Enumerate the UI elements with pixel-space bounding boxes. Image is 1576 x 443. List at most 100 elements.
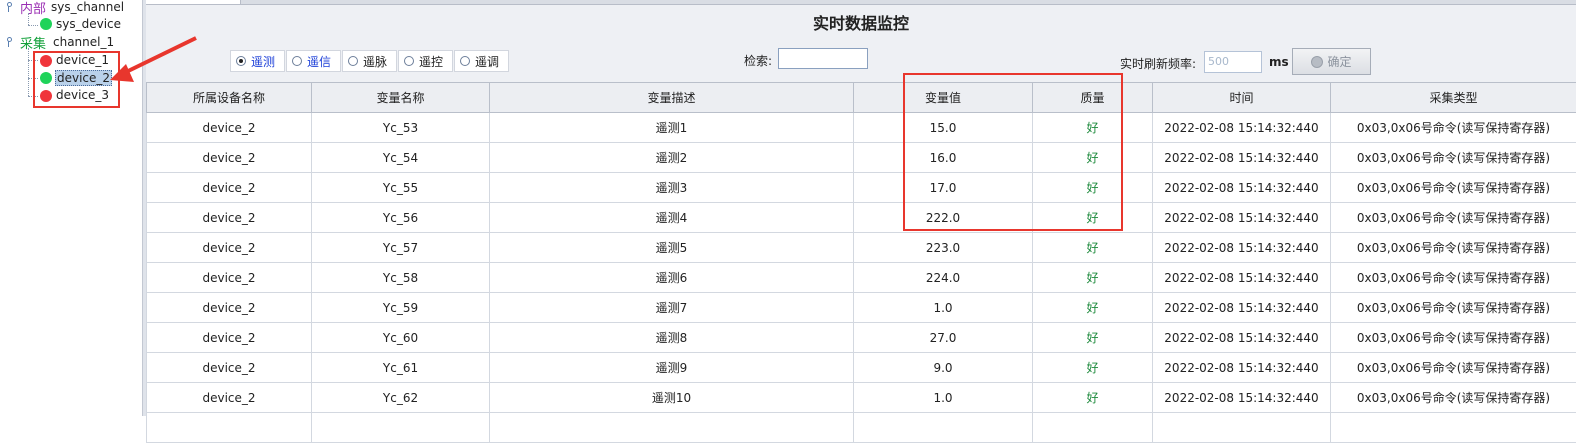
table-cell: device_2 <box>147 263 312 293</box>
table-cell: 2022-02-08 15:14:32:440 <box>1153 323 1331 353</box>
table-cell: 224.0 <box>854 263 1033 293</box>
table-cell: Yc_59 <box>312 293 490 323</box>
table-cell: Yc_55 <box>312 173 490 203</box>
table-cell: 2022-02-08 15:14:32:440 <box>1153 113 1331 143</box>
table-cell: Yc_62 <box>312 383 490 413</box>
table-cell: 0x03,0x06号命令(读写保持寄存器) <box>1331 293 1576 323</box>
table-row[interactable]: device_2Yc_60遥测827.0好2022-02-08 15:14:32… <box>147 323 1576 353</box>
table-cell: 遥测3 <box>490 173 854 203</box>
table-cell: 9.0 <box>854 353 1033 383</box>
search-input[interactable] <box>778 48 868 69</box>
device-tree: 内部 sys_channel sys_device 采集 channel_1 d… <box>0 0 142 416</box>
table-cell <box>1331 413 1576 443</box>
table-cell: device_2 <box>147 383 312 413</box>
tree-node-icon[interactable] <box>4 37 13 46</box>
table-cell: 2022-02-08 15:14:32:440 <box>1153 173 1331 203</box>
table-cell: Yc_57 <box>312 233 490 263</box>
highlight-box-values <box>903 73 1123 231</box>
table-cell: 0x03,0x06号命令(读写保持寄存器) <box>1331 173 1576 203</box>
table-cell: 遥测4 <box>490 203 854 233</box>
tree-node-icon[interactable] <box>4 2 13 11</box>
tree-channel-1[interactable]: channel_1 <box>53 35 114 49</box>
table-cell: 2022-02-08 15:14:32:440 <box>1153 293 1331 323</box>
table-row[interactable]: device_2Yc_54遥测216.0好2022-02-08 15:14:32… <box>147 143 1576 173</box>
col-time[interactable]: 时间 <box>1153 83 1331 113</box>
radio-telesignal[interactable]: 遥信 <box>286 50 341 72</box>
col-device[interactable]: 所属设备名称 <box>147 83 312 113</box>
refresh-rate-label: 实时刷新频率: <box>1120 55 1196 72</box>
confirm-button[interactable]: 确定 <box>1292 48 1371 75</box>
status-dot-green <box>40 18 52 30</box>
table-cell: 0x03,0x06号命令(读写保持寄存器) <box>1331 263 1576 293</box>
table-cell: 遥测1 <box>490 113 854 143</box>
table-cell: 0x03,0x06号命令(读写保持寄存器) <box>1331 143 1576 173</box>
table-row[interactable]: device_2Yc_57遥测5223.0好2022-02-08 15:14:3… <box>147 233 1576 263</box>
radio-icon <box>460 56 470 66</box>
tree-device-sys[interactable]: sys_device <box>56 17 121 31</box>
table-cell: device_2 <box>147 143 312 173</box>
radio-telemetry[interactable]: 遥测 <box>230 50 285 72</box>
collect-prefix: 采集 <box>20 33 46 52</box>
table-cell: 2022-02-08 15:14:32:440 <box>1153 383 1331 413</box>
table-cell: 223.0 <box>854 233 1033 263</box>
monitor-panel: 实时数据监控 遥测 遥信 遥脉 遥控 遥调 检索: 实时刷新频率: 500 ms… <box>146 0 1576 416</box>
table-row[interactable]: device_2Yc_53遥测115.0好2022-02-08 15:14:32… <box>147 113 1576 143</box>
table-cell: 遥测6 <box>490 263 854 293</box>
table-cell: 遥测2 <box>490 143 854 173</box>
table-cell: 2022-02-08 15:14:32:440 <box>1153 353 1331 383</box>
table-cell: 27.0 <box>854 323 1033 353</box>
table-cell: Yc_53 <box>312 113 490 143</box>
table-cell <box>1153 413 1331 443</box>
table-cell: 遥测5 <box>490 233 854 263</box>
table-row[interactable]: device_2Yc_58遥测6224.0好2022-02-08 15:14:3… <box>147 263 1576 293</box>
table-cell: Yc_56 <box>312 203 490 233</box>
table-row[interactable]: device_2Yc_55遥测317.0好2022-02-08 15:14:32… <box>147 173 1576 203</box>
refresh-unit: ms <box>1269 55 1289 69</box>
radio-teleadjust[interactable]: 遥调 <box>454 50 509 72</box>
tab[interactable] <box>146 0 241 4</box>
table-header-row: 所属设备名称 变量名称 变量描述 变量值 质量 时间 采集类型 <box>147 83 1576 113</box>
table-cell <box>312 413 490 443</box>
internal-prefix: 内部 <box>20 0 46 17</box>
table-cell: 2022-02-08 15:14:32:440 <box>1153 263 1331 293</box>
table-cell: 2022-02-08 15:14:32:440 <box>1153 203 1331 233</box>
col-var-name[interactable]: 变量名称 <box>312 83 490 113</box>
tab-strip <box>146 0 1576 5</box>
table-cell: 好 <box>1033 353 1153 383</box>
radio-icon <box>404 56 414 66</box>
table-cell: device_2 <box>147 293 312 323</box>
radio-icon <box>292 56 302 66</box>
highlight-box-devices <box>33 51 120 108</box>
table-row[interactable]: device_2Yc_62遥测101.0好2022-02-08 15:14:32… <box>147 383 1576 413</box>
col-var-desc[interactable]: 变量描述 <box>490 83 854 113</box>
table-cell: 0x03,0x06号命令(读写保持寄存器) <box>1331 233 1576 263</box>
table-row[interactable] <box>147 413 1576 443</box>
radio-telepulse[interactable]: 遥脉 <box>342 50 397 72</box>
table-cell: Yc_61 <box>312 353 490 383</box>
table-cell: 好 <box>1033 293 1153 323</box>
table-cell: 好 <box>1033 263 1153 293</box>
data-table: 所属设备名称 变量名称 变量描述 变量值 质量 时间 采集类型 device_2… <box>146 82 1576 443</box>
tree-channel-sys[interactable]: sys_channel <box>51 0 124 14</box>
table-row[interactable]: device_2Yc_59遥测71.0好2022-02-08 15:14:32:… <box>147 293 1576 323</box>
table-cell: 1.0 <box>854 383 1033 413</box>
table-cell: 好 <box>1033 383 1153 413</box>
table-row[interactable]: device_2Yc_61遥测99.0好2022-02-08 15:14:32:… <box>147 353 1576 383</box>
table-cell: 0x03,0x06号命令(读写保持寄存器) <box>1331 323 1576 353</box>
refresh-rate-input[interactable]: 500 <box>1204 51 1262 73</box>
table-cell: device_2 <box>147 233 312 263</box>
table-cell: 遥测7 <box>490 293 854 323</box>
table-cell: 0x03,0x06号命令(读写保持寄存器) <box>1331 203 1576 233</box>
table-cell: 2022-02-08 15:14:32:440 <box>1153 143 1331 173</box>
table-row[interactable]: device_2Yc_56遥测4222.0好2022-02-08 15:14:3… <box>147 203 1576 233</box>
col-collect-type[interactable]: 采集类型 <box>1331 83 1576 113</box>
table-cell: 0x03,0x06号命令(读写保持寄存器) <box>1331 353 1576 383</box>
table-cell: device_2 <box>147 173 312 203</box>
table-cell: 好 <box>1033 323 1153 353</box>
radio-telecontrol[interactable]: 遥控 <box>398 50 453 72</box>
table-cell: 遥测9 <box>490 353 854 383</box>
table-cell: 遥测8 <box>490 323 854 353</box>
confirm-icon <box>1311 56 1323 68</box>
table-cell: 2022-02-08 15:14:32:440 <box>1153 233 1331 263</box>
table-cell: 0x03,0x06号命令(读写保持寄存器) <box>1331 383 1576 413</box>
